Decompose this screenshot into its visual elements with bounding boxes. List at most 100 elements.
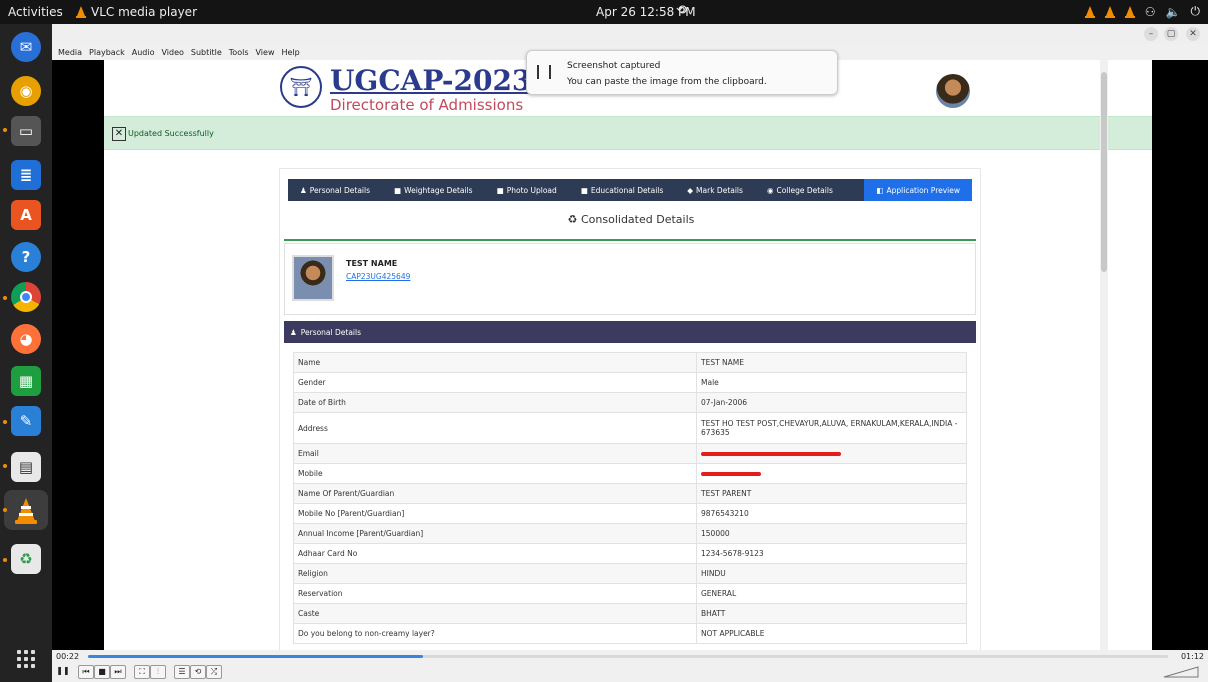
maximize-icon[interactable]: ▢ — [1164, 27, 1178, 41]
rhythmbox-icon[interactable]: ◉ — [11, 76, 41, 106]
vlc-cone-icon — [76, 6, 86, 18]
seek-bar[interactable] — [88, 655, 1168, 658]
volume-slider[interactable] — [1160, 666, 1200, 678]
activities-button[interactable]: Activities — [8, 5, 63, 19]
tab-mark-details: ◆ Mark Details — [687, 185, 743, 195]
table-row: Mobile — [293, 463, 967, 484]
table-row: Mobile No [Parent/Guardian] 9876543210 — [293, 503, 967, 524]
app-menu-label: VLC media player — [91, 5, 198, 19]
files-icon[interactable]: ▭ — [11, 116, 41, 146]
menu-view[interactable]: View — [256, 48, 275, 57]
table-row: Name Of Parent/Guardian TEST PARENT — [293, 483, 967, 504]
seek-row: 00:22 01:12 — [52, 650, 1208, 662]
help-icon[interactable]: ? — [11, 242, 41, 272]
thunderbird-icon[interactable]: ✉ — [11, 32, 41, 62]
recycle-icon: ♻ — [567, 213, 581, 226]
app-menu[interactable]: VLC media player — [76, 5, 197, 19]
extended-settings-button[interactable]: ⫶ — [150, 665, 166, 679]
student-photo — [292, 255, 334, 301]
site-title: UGCAP-2023 — [330, 64, 532, 97]
tab-personal-details: ♟ Personal Details — [300, 185, 371, 195]
vlc-window: – ▢ ✕ Media Playback Audio Video Subtitl… — [52, 24, 1208, 682]
redaction-mark — [701, 472, 761, 476]
emblem-logo: ⛩ — [280, 66, 322, 108]
vlc-icon[interactable] — [11, 496, 41, 526]
screenshot-icon — [537, 65, 551, 79]
preview-icon: ◧ — [876, 185, 884, 195]
running-indicator — [3, 464, 7, 468]
screenshot-notification[interactable]: Screenshot captured You can paste the im… — [526, 50, 838, 95]
running-indicator — [3, 508, 7, 512]
application-id: CAP23UG425649 — [346, 272, 411, 281]
menu-media[interactable]: Media — [58, 48, 82, 57]
table-row: Do you belong to non-creamy layer? NOT AP… — [293, 623, 967, 644]
scrollbar-thumb[interactable] — [1101, 72, 1107, 272]
running-indicator — [3, 296, 7, 300]
notification-body: You can paste the image from the clipboa… — [567, 77, 767, 87]
student-name: TEST NAME — [346, 259, 398, 268]
running-indicator — [3, 420, 7, 424]
application-card: ♟ Personal Details ■ Weightage Details ■ Ph… — [279, 168, 981, 650]
menu-video[interactable]: Video — [161, 48, 183, 57]
previous-button[interactable]: ⏮ — [78, 665, 94, 679]
calc-icon[interactable]: ▦ — [11, 366, 41, 396]
table-row: Date of Birth 07-Jan-2006 — [293, 392, 967, 413]
personal-details-header: ♟ Personal Details — [284, 321, 976, 343]
chrome-icon[interactable] — [11, 282, 41, 312]
power-icon[interactable]: ⏻ — [1191, 4, 1201, 19]
next-button[interactable]: ⏭ — [110, 665, 126, 679]
table-row: Religion HINDU — [293, 563, 967, 584]
menu-audio[interactable]: Audio — [132, 48, 155, 57]
show-apps-icon[interactable] — [17, 650, 35, 668]
pause-button[interactable]: ❚❚ — [56, 665, 70, 679]
vlc-tray-icon[interactable] — [1124, 5, 1135, 18]
loop-button[interactable]: ⟲ — [190, 665, 206, 679]
network-icon[interactable]: ⚇ — [1145, 5, 1156, 19]
close-icon[interactable]: ✕ — [1186, 27, 1200, 41]
table-row: Email — [293, 443, 967, 464]
binoculars-icon: ◆ — [687, 185, 694, 195]
firefox-icon[interactable]: ◕ — [11, 324, 41, 354]
target-icon: ◉ — [766, 185, 774, 195]
table-row: Caste BHATT — [293, 603, 967, 624]
tab-bar: ♟ Personal Details ■ Weightage Details ■ Ph… — [288, 179, 972, 201]
document-viewer-icon[interactable]: ▤ — [11, 452, 41, 482]
screen-record-icon: ⟲ — [676, 3, 687, 18]
fullscreen-button[interactable]: ⛶ — [134, 665, 150, 679]
system-tray[interactable]: ⚇ 🔈 ⏻ — [1084, 4, 1201, 19]
window-titlebar[interactable]: – ▢ ✕ — [52, 24, 1208, 44]
vlc-tray-icon[interactable] — [1104, 5, 1115, 18]
menu-playback[interactable]: Playback — [89, 48, 125, 57]
menu-help[interactable]: Help — [281, 48, 299, 57]
menu-tools[interactable]: Tools — [229, 48, 249, 57]
vlc-tray-icon[interactable] — [1084, 5, 1095, 18]
book-icon: ■ — [580, 185, 588, 195]
software-center-icon[interactable]: A — [11, 200, 41, 230]
video-area[interactable]: ⛩ UGCAP-2023 Directorate of Admissions ✕… — [52, 60, 1208, 650]
text-editor-icon[interactable]: ✎ — [11, 406, 41, 436]
volume-icon[interactable]: 🔈 — [1166, 5, 1181, 19]
page-scrollbar[interactable] — [1100, 60, 1108, 650]
playlist-button[interactable]: ☰ — [174, 665, 190, 679]
stop-button[interactable]: ■ — [94, 665, 110, 679]
section-heading: ♻ Consolidated Details — [567, 213, 695, 226]
table-row: Gender Male — [293, 372, 967, 393]
tab-application-preview: ◧ Application Preview — [864, 179, 972, 201]
seek-progress — [88, 655, 423, 658]
table-row: Name TEST NAME — [293, 352, 967, 373]
elapsed-time: 00:22 — [56, 652, 80, 661]
trash-icon[interactable]: ♻ — [11, 544, 41, 574]
shuffle-button[interactable]: ⤮ — [206, 665, 222, 679]
table-row: Annual Income [Parent/Guardian] 150000 — [293, 523, 967, 544]
tab-educational-details: ■ Educational Details — [580, 185, 664, 195]
user-icon: ♟ — [300, 185, 307, 195]
writer-icon[interactable]: ≣ — [11, 160, 41, 190]
close-icon: ✕ — [112, 127, 126, 141]
menu-subtitle[interactable]: Subtitle — [191, 48, 222, 57]
running-indicator — [3, 558, 7, 562]
redaction-mark — [701, 452, 841, 456]
running-indicator — [3, 128, 7, 132]
alert-message: Updated Successfully — [128, 129, 214, 138]
total-time: 01:12 — [1180, 652, 1204, 661]
minimize-icon[interactable]: – — [1144, 27, 1158, 41]
